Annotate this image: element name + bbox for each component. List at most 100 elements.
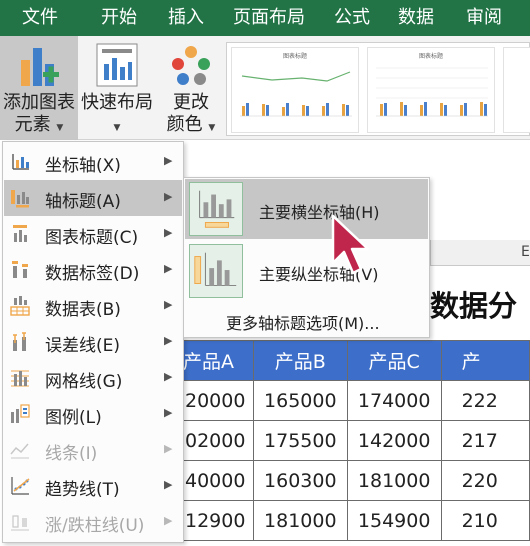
menu-item-data-table[interactable]: 数据表(B) ▶ <box>4 288 182 324</box>
submenu-item-primary-horizontal[interactable]: 主要横坐标轴(H) <box>185 179 428 239</box>
quick-layout-icon <box>96 43 138 87</box>
table-cell[interactable]: 175500 <box>252 420 348 461</box>
column-header-e[interactable]: E <box>430 240 530 266</box>
table-header-cell[interactable]: 产 <box>440 340 530 381</box>
tab-page-layout[interactable]: 页面布局 <box>233 0 305 36</box>
add-chart-element-label-1: 添加图表 <box>3 92 75 113</box>
add-chart-element-button[interactable]: 添加图表 元素 ▼ <box>0 36 78 140</box>
menu-item-label: 数据标签(D) <box>45 264 140 284</box>
menu-item-axis-titles[interactable]: 轴标题(A) ▶ <box>4 180 182 216</box>
chevron-right-icon: ▶ <box>164 478 173 491</box>
column-header-label: E <box>521 244 530 260</box>
add-chart-element-label-2: 元素 ▼ <box>14 114 64 135</box>
tab-insert[interactable]: 插入 <box>168 0 204 36</box>
tab-file[interactable]: 文件 <box>22 0 58 36</box>
table-cell[interactable]: 217 <box>440 420 530 461</box>
menu-item-label: 轴标题(A) <box>45 192 121 212</box>
table-cell[interactable]: 174000 <box>346 380 442 421</box>
menu-item-gridlines[interactable]: 网格线(G) ▶ <box>4 360 182 396</box>
mouse-cursor-icon <box>331 214 370 275</box>
table-cell[interactable]: 154900 <box>346 500 442 541</box>
menu-item-legend[interactable]: 图例(L) ▶ <box>4 396 182 432</box>
chevron-right-icon: ▶ <box>164 514 173 527</box>
table-cell[interactable]: 142000 <box>346 420 442 461</box>
menu-item-error-bars[interactable]: 误差线(E) ▶ <box>4 324 182 360</box>
chevron-right-icon: ▶ <box>164 406 173 419</box>
table-cell[interactable]: 210 <box>440 500 530 541</box>
menu-item-label: 涨/跌柱线(U) <box>45 516 145 536</box>
table-cell[interactable]: 181000 <box>346 460 442 501</box>
sheet-title[interactable]: 数据分 <box>430 283 517 325</box>
table-cell[interactable]: 181000 <box>252 500 348 541</box>
tab-formulas[interactable]: 公式 <box>334 0 370 36</box>
palette-icon <box>172 46 210 85</box>
chart-title-icon <box>13 225 27 242</box>
table-cell[interactable]: 165000 <box>252 380 348 421</box>
menu-item-trendline[interactable]: 趋势线(T) ▶ <box>4 468 182 504</box>
trendline-icon <box>11 477 30 495</box>
chevron-right-icon: ▶ <box>164 370 173 383</box>
table-header-row: 产品A 产品B 产品C 产 <box>140 340 530 381</box>
data-table: 产品A 产品B 产品C 产 20000 165000 174000 222 02… <box>140 340 530 541</box>
menu-item-chart-title[interactable]: 图表标题(C) ▶ <box>4 216 182 252</box>
menu-item-label: 数据表(B) <box>45 300 121 320</box>
chevron-right-icon: ▶ <box>164 154 173 167</box>
add-chart-element-icon <box>21 48 59 86</box>
more-axis-title-options[interactable]: 更多轴标题选项(M)... <box>226 310 380 334</box>
data-labels-icon <box>12 261 28 278</box>
table-cell[interactable]: 220 <box>440 460 530 501</box>
chevron-right-icon: ▶ <box>164 442 173 455</box>
chart-style-preview <box>376 67 488 117</box>
quick-layout-caret: ▼ <box>80 114 154 139</box>
table-header-cell[interactable]: 产品C <box>346 340 442 381</box>
tab-data[interactable]: 数据 <box>398 0 434 36</box>
quick-layout-button[interactable]: 快速布局 ▼ <box>80 36 154 140</box>
chevron-right-icon: ▶ <box>164 262 173 275</box>
table-cell[interactable]: 160300 <box>252 460 348 501</box>
menu-item-label: 误差线(E) <box>45 336 121 356</box>
add-chart-element-menu: 坐标轴(X) ▶ 轴标题(A) ▶ 图表标题(C) ▶ 数据标签(D) ▶ 数据… <box>2 141 184 543</box>
chevron-right-icon: ▶ <box>164 190 173 203</box>
chevron-down-icon: ▼ <box>113 123 121 133</box>
table-row: 12900 181000 154900 210 <box>140 500 530 541</box>
menu-item-label: 图例(L) <box>45 408 102 428</box>
ribbon-panel: 添加图表 元素 ▼ 快速布局 ▼ 更改 颜色 ▼ 图表标题 图表标题 <box>0 36 530 140</box>
updown-bars-icon <box>11 515 29 531</box>
chart-style-thumb[interactable] <box>503 47 530 133</box>
chart-style-preview <box>240 71 352 117</box>
axis-title-icon <box>11 190 29 208</box>
data-table-icon <box>10 296 30 316</box>
tab-home[interactable]: 开始 <box>101 0 137 36</box>
tab-review[interactable]: 审阅 <box>466 0 502 36</box>
menu-item-label: 图表标题(C) <box>45 228 139 248</box>
table-header-cell[interactable]: 产品B <box>252 340 348 381</box>
menu-item-data-labels[interactable]: 数据标签(D) ▶ <box>4 252 182 288</box>
chart-style-thumb[interactable]: 图表标题 <box>231 47 359 133</box>
lines-icon <box>10 443 29 459</box>
submenu-item-primary-vertical[interactable]: 主要纵坐标轴(V) <box>185 241 428 301</box>
menu-item-label: 线条(I) <box>45 444 98 464</box>
change-colors-label-2: 颜色 ▼ <box>166 114 216 135</box>
table-row: 02000 175500 142000 217 <box>140 420 530 461</box>
ribbon-tab-bar: 文件 开始 插入 页面布局 公式 数据 审阅 <box>0 0 530 36</box>
chevron-down-icon: ▼ <box>208 123 216 133</box>
change-colors-button[interactable]: 更改 颜色 ▼ <box>158 36 224 140</box>
menu-item-updown-bars: 涨/跌柱线(U) ▶ <box>4 504 182 540</box>
table-cell[interactable]: 222 <box>440 380 530 421</box>
menu-item-label: 网格线(G) <box>45 372 123 392</box>
chart-style-thumb[interactable]: 图表标题 <box>367 47 495 133</box>
primary-vertical-axis-title-icon <box>189 244 243 298</box>
table-row: 20000 165000 174000 222 <box>140 380 530 421</box>
menu-item-label: 坐标轴(X) <box>45 156 121 176</box>
error-bars-icon <box>13 332 26 351</box>
primary-horizontal-axis-title-icon <box>189 182 243 236</box>
axis-titles-submenu: 主要横坐标轴(H) 主要纵坐标轴(V) 更多轴标题选项(M)... <box>183 177 430 338</box>
legend-icon <box>11 404 30 423</box>
chevron-down-icon: ▼ <box>56 123 64 133</box>
chevron-right-icon: ▶ <box>164 226 173 239</box>
menu-item-axes[interactable]: 坐标轴(X) ▶ <box>4 144 182 180</box>
change-colors-label-1: 更改 <box>173 92 209 113</box>
menu-item-lines: 线条(I) ▶ <box>4 432 182 468</box>
quick-layout-label: 快速布局 <box>81 92 153 113</box>
chart-styles-gallery[interactable]: 图表标题 图表标题 <box>226 42 530 136</box>
